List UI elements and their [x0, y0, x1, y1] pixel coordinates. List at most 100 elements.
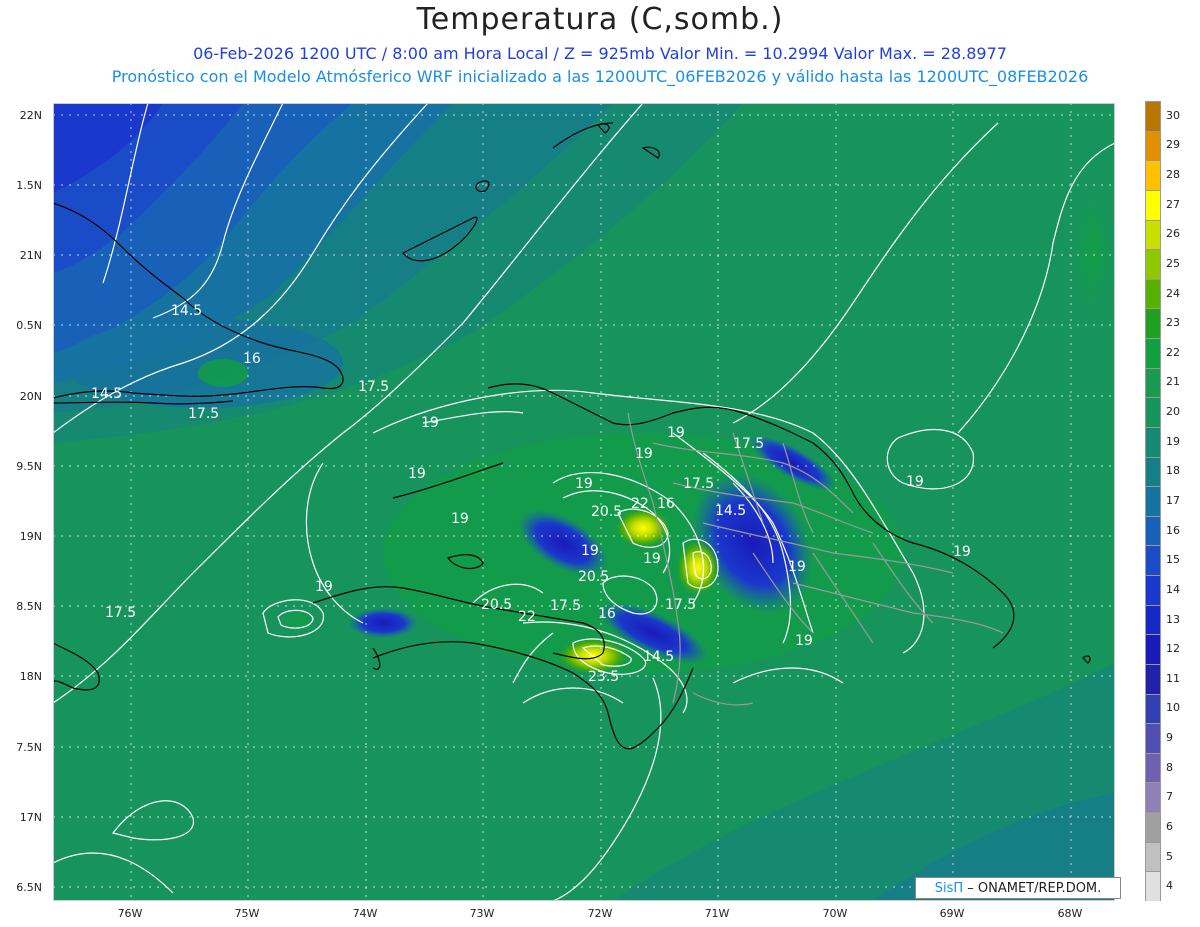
- colorbar-cell: [1145, 634, 1161, 664]
- colorbar-label: 17: [1166, 494, 1180, 507]
- contour-label: 22: [631, 496, 649, 512]
- contour-label: 14.5: [715, 503, 746, 519]
- colorbar-label: 10: [1166, 701, 1180, 715]
- colorbar-label: 15: [1166, 553, 1180, 567]
- colorbar-label: 13: [1166, 612, 1180, 626]
- lon-label: 69W: [939, 907, 965, 920]
- colorbar-label: 26: [1166, 227, 1180, 241]
- colorbar-label: 23: [1166, 316, 1180, 330]
- lon-label: 68W: [1057, 907, 1083, 920]
- contour-label: 17.5: [550, 598, 581, 614]
- lon-label: 76W: [117, 907, 143, 920]
- colorbar-cell: [1145, 812, 1161, 842]
- colorbar-label: 14: [1166, 582, 1180, 596]
- lat-label: 17N: [19, 811, 42, 824]
- contour-label: 23.5: [588, 669, 619, 685]
- lat-label: 20N: [19, 390, 42, 403]
- lon-label: 71W: [704, 907, 730, 920]
- contour-label: 17.5: [188, 406, 219, 422]
- colorbar-label: 30: [1166, 108, 1180, 122]
- colorbar-cell: [1145, 308, 1161, 338]
- contour-label: 22: [518, 609, 536, 625]
- lon-label: 74W: [352, 907, 378, 920]
- contour-label: 17.5: [358, 379, 389, 395]
- map-title: Temperatura (C,somb.): [416, 2, 784, 37]
- contour-label: 19: [643, 551, 661, 567]
- colorbar-cell: [1145, 575, 1161, 605]
- lon-label: 70W: [822, 907, 848, 920]
- colorbar-cell: [1145, 871, 1161, 901]
- colorbar-cell: [1145, 515, 1161, 546]
- contour-label: 14.5: [171, 303, 202, 319]
- colorbar-label: 8: [1166, 760, 1173, 774]
- colorbar-label: 12: [1166, 642, 1180, 656]
- contour-label: 19: [581, 543, 599, 559]
- contour-label: 16: [598, 606, 616, 622]
- colorbar-label: 7: [1166, 790, 1173, 804]
- colorbar-label: 25: [1166, 256, 1180, 270]
- lat-label: 1.5N: [16, 179, 42, 192]
- contour-label: 20.5: [591, 504, 622, 520]
- contour-label: 20.5: [481, 597, 512, 613]
- lon-label: 72W: [587, 907, 613, 920]
- colorbar-cell: [1145, 456, 1161, 487]
- colorbar-cell: [1145, 367, 1161, 398]
- lat-label: 9.5N: [16, 460, 42, 473]
- colorbar-label: 28: [1166, 168, 1180, 182]
- colorbar-label: 29: [1166, 138, 1180, 152]
- colorbar-cell: [1145, 545, 1161, 575]
- colorbar-cell: [1145, 249, 1161, 279]
- contour-label: 17.5: [105, 605, 136, 621]
- colorbar-label: 11: [1166, 671, 1180, 685]
- contour-label: 17.5: [665, 597, 696, 613]
- colorbar-cell: [1145, 278, 1161, 309]
- colorbar-cell: [1145, 189, 1161, 220]
- lat-label: 0.5N: [16, 319, 42, 332]
- colorbar-cell: [1145, 752, 1161, 783]
- lat-label: 7.5N: [16, 741, 42, 754]
- lat-label: 19N: [19, 530, 42, 543]
- lon-label: 73W: [469, 907, 495, 920]
- model-info-line: Pronóstico con el Modelo Atmósferico WRF…: [111, 67, 1089, 86]
- colorbar-label: 9: [1166, 731, 1173, 745]
- contour-label: 19: [408, 466, 426, 482]
- colorbar-cell: [1145, 426, 1161, 457]
- colorbar-cell: [1145, 723, 1161, 753]
- sispi-logo-text: SisΠ: [934, 881, 964, 896]
- colorbar-cell: [1145, 663, 1161, 694]
- contour-label: 19: [575, 476, 593, 492]
- colorbar: [1145, 101, 1161, 901]
- colorbar-cell: [1145, 160, 1161, 190]
- colorbar-label: 16: [1166, 523, 1180, 537]
- colorbar-label: 22: [1166, 345, 1180, 359]
- contour-label: 14.5: [91, 386, 122, 402]
- lat-label: 18N: [19, 670, 42, 683]
- lon-label: 75W: [234, 907, 260, 920]
- colorbar-label: 19: [1166, 434, 1180, 448]
- cold-area-4: [348, 608, 418, 638]
- colorbar-cell: [1145, 101, 1161, 131]
- cuba-green-spot: [198, 359, 248, 387]
- credit-text: – ONAMET/REP.DOM.: [967, 881, 1102, 896]
- colorbar-cell: [1145, 782, 1161, 812]
- colorbar-label: 5: [1166, 849, 1173, 863]
- lat-label: 21N: [19, 249, 42, 262]
- colorbar-label: 20: [1166, 405, 1180, 419]
- colorbar-cell: [1145, 397, 1161, 427]
- lat-label: 22N: [19, 109, 42, 122]
- contour-label: 19: [635, 446, 653, 462]
- colorbar-label: 4: [1166, 879, 1173, 893]
- colorbar-cell: [1145, 130, 1161, 161]
- contour-label: 19: [953, 544, 971, 560]
- contour-label: 17.5: [683, 476, 714, 492]
- credit-box: SisΠ – ONAMET/REP.DOM.: [915, 877, 1121, 899]
- contour-label: 14.5: [643, 649, 674, 665]
- contour-label: 17.5: [733, 436, 764, 452]
- valid-time-line: 06-Feb-2026 1200 UTC / 8:00 am Hora Loca…: [193, 44, 1007, 63]
- colorbar-cell: [1145, 693, 1161, 724]
- contour-label: 19: [451, 511, 469, 527]
- contour-label: 19: [795, 633, 813, 649]
- colorbar-cell: [1145, 486, 1161, 516]
- contour-label: 19: [667, 425, 685, 441]
- colorbar-cell: [1145, 338, 1161, 368]
